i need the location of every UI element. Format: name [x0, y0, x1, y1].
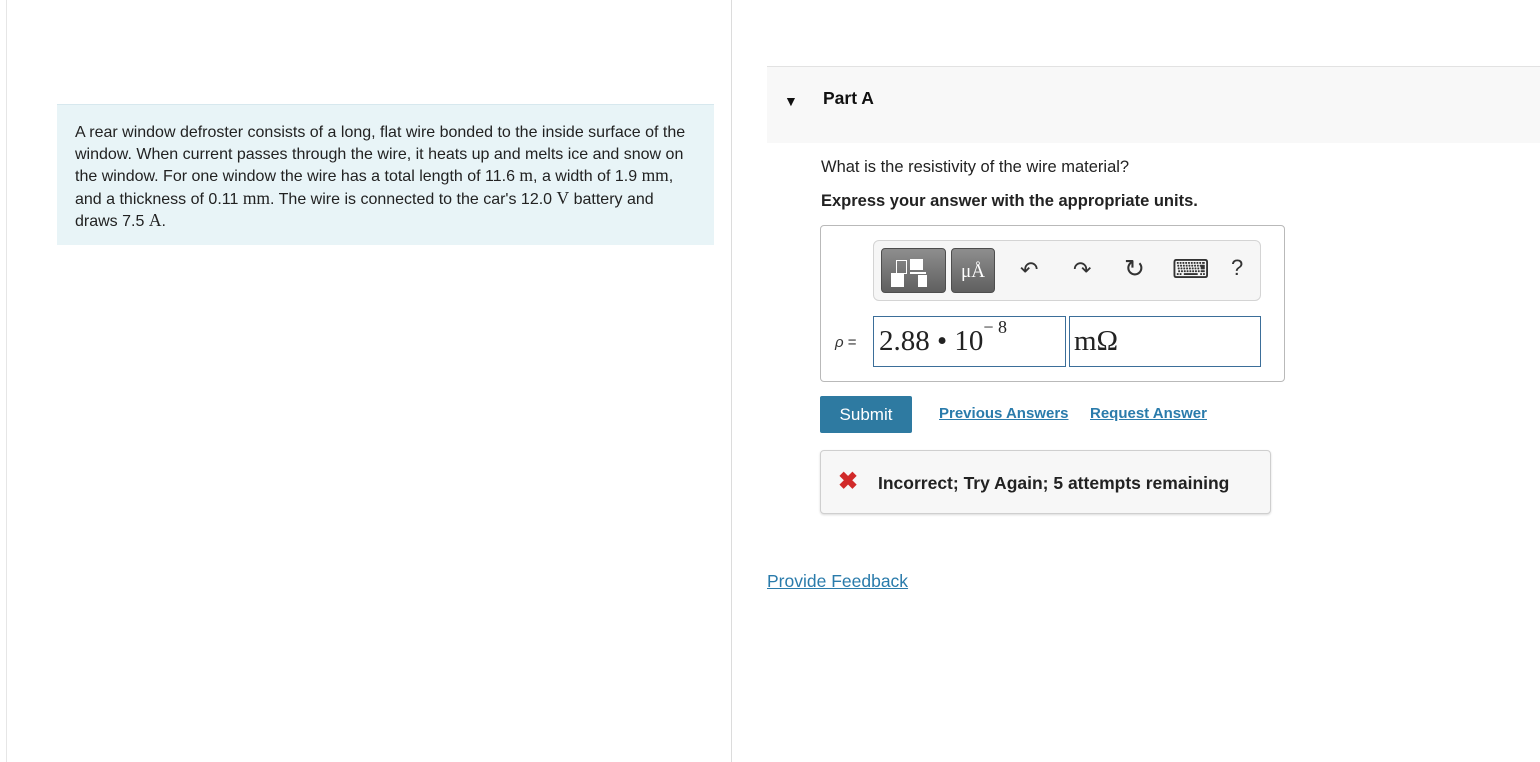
units-icon: μÅ — [961, 261, 985, 282]
previous-answers-link[interactable]: Previous Answers — [939, 405, 1069, 422]
value-input[interactable]: 2.88 • 10− 8 — [873, 316, 1066, 367]
page-left-border — [6, 0, 7, 762]
feedback-message-box: ✖ Incorrect; Try Again; 5 attempts remai… — [820, 450, 1271, 514]
unit-volt: V — [556, 187, 570, 208]
templates-button[interactable] — [881, 248, 946, 293]
column-divider — [731, 0, 732, 762]
redo-icon[interactable]: ↷ — [1073, 257, 1091, 283]
error-x-icon: ✖ — [838, 468, 859, 495]
problem-text: . The wire is connected to the car's 12.… — [270, 190, 557, 208]
value-exponent: − 8 — [983, 317, 1008, 337]
instruction-text: Express your answer with the appropriate… — [821, 192, 1198, 210]
answer-box: μÅ ↶ ↷ ↻ ⌨ ? ρ = 2.88 • 10− 8 mΩ — [820, 225, 1285, 382]
equals-sign: = — [843, 334, 857, 351]
problem-text: . — [161, 213, 166, 230]
unit-input[interactable]: mΩ — [1069, 316, 1261, 367]
request-answer-link[interactable]: Request Answer — [1090, 405, 1207, 422]
unit-text: mΩ — [1074, 325, 1119, 357]
unit-ampere: A — [148, 210, 162, 230]
problem-statement: A rear window defroster consists of a lo… — [57, 104, 714, 245]
value-mantissa: 2.88 • 10 — [879, 325, 984, 357]
part-title: Part A — [823, 88, 874, 108]
units-button[interactable]: μÅ — [951, 248, 995, 293]
problem-text: , a width of 1.9 — [533, 168, 642, 185]
part-a-header[interactable]: ▼ Part A — [767, 66, 1540, 143]
question-text: What is the resistivity of the wire mate… — [821, 158, 1130, 176]
help-icon[interactable]: ? — [1231, 255, 1243, 281]
unit-millimeter: mm — [242, 187, 271, 208]
math-toolbar: μÅ ↶ ↷ ↻ ⌨ ? — [873, 240, 1261, 301]
provide-feedback-link[interactable]: Provide Feedback — [767, 571, 908, 592]
variable-symbol: ρ — [835, 334, 844, 351]
reset-icon[interactable]: ↻ — [1124, 254, 1145, 284]
keyboard-icon[interactable]: ⌨ — [1172, 254, 1210, 285]
feedback-message: Incorrect; Try Again; 5 attempts remaini… — [878, 473, 1230, 493]
unit-millimeter: mm — [641, 165, 669, 185]
answer-variable-label: ρ = — [835, 334, 857, 351]
submit-button[interactable]: Submit — [820, 396, 912, 433]
value-text: 2.88 • 10− 8 — [879, 317, 1007, 358]
collapse-caret-icon[interactable]: ▼ — [784, 93, 798, 109]
undo-icon[interactable]: ↶ — [1020, 257, 1038, 283]
unit-meter: m — [519, 165, 534, 185]
